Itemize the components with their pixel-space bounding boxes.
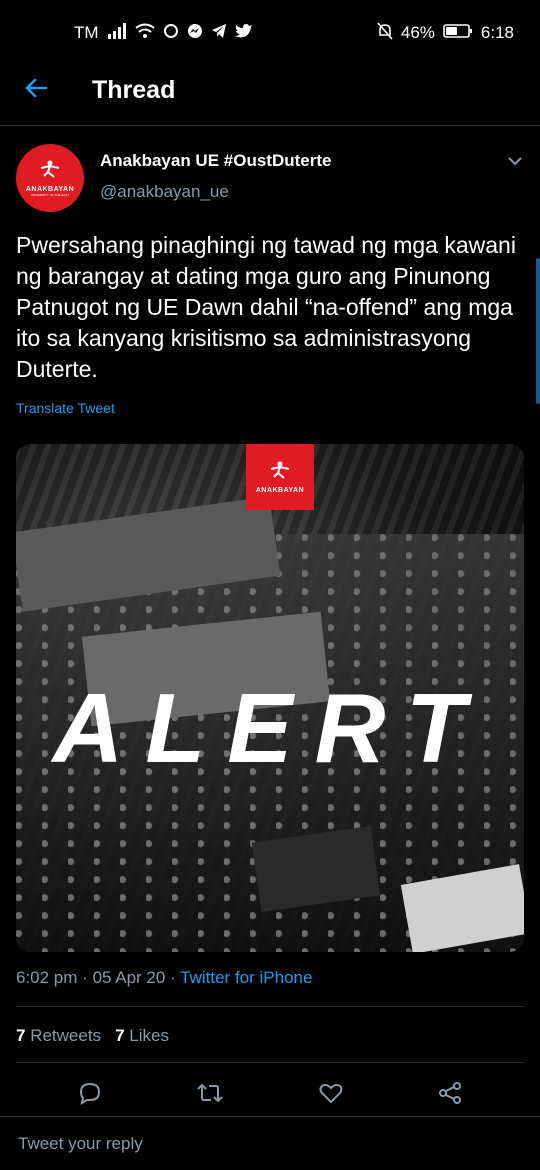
retweets-label: Retweets bbox=[30, 1026, 102, 1045]
app-header: Thread bbox=[0, 66, 540, 126]
alert-text: ALERT bbox=[52, 673, 488, 783]
twitter-bird-icon bbox=[234, 23, 253, 44]
tweet-stats: 7 Retweets 7 Likes bbox=[16, 1026, 169, 1046]
avatar-sub-text: UNIVERSITY OF THE EAST bbox=[30, 193, 70, 197]
circle-notification-icon bbox=[163, 23, 179, 44]
likes-label: Likes bbox=[129, 1026, 169, 1045]
author-handle[interactable]: @anakbayan_ue bbox=[100, 182, 229, 202]
chevron-down-icon bbox=[506, 154, 524, 171]
meta-separator: · bbox=[82, 968, 93, 987]
tweet-media-image[interactable]: ANAKBAYAN ALERT bbox=[16, 444, 524, 952]
reply-composer bbox=[0, 1116, 540, 1170]
tweet-text: Pwersahang pinaghingi ng tawad ng mga ka… bbox=[16, 232, 516, 382]
battery-icon bbox=[443, 23, 473, 44]
divider bbox=[16, 1006, 524, 1007]
telegram-icon bbox=[211, 23, 227, 44]
like-icon bbox=[318, 1083, 344, 1109]
status-left: TM bbox=[74, 22, 253, 44]
tweet-time: 6:02 pm bbox=[16, 968, 78, 987]
status-right: 46% 6:18 bbox=[377, 21, 514, 45]
like-button[interactable] bbox=[318, 1081, 344, 1110]
battery-percent: 46% bbox=[400, 23, 435, 42]
author-row: ANAKBAYAN UNIVERSITY OF THE EAST Anakbay… bbox=[0, 126, 540, 226]
avatar[interactable]: ANAKBAYAN UNIVERSITY OF THE EAST bbox=[16, 144, 84, 212]
scrollbar-thumb[interactable] bbox=[536, 258, 540, 404]
media-logo-text: ANAKBAYAN bbox=[255, 487, 305, 494]
likes-stat[interactable]: 7 Likes bbox=[115, 1026, 169, 1046]
share-button[interactable] bbox=[437, 1081, 463, 1110]
tweet-meta: 6:02 pm · 05 Apr 20 · Twitter for iPhone bbox=[16, 968, 312, 988]
page-title: Thread bbox=[92, 76, 176, 104]
translate-tweet-link[interactable]: Translate Tweet bbox=[16, 400, 115, 416]
tweet-menu-button[interactable] bbox=[506, 154, 524, 172]
retweet-icon bbox=[196, 1083, 224, 1109]
reply-input[interactable] bbox=[16, 1132, 500, 1155]
likes-count: 7 bbox=[115, 1026, 125, 1045]
messenger-icon bbox=[187, 23, 203, 44]
mute-bell-icon bbox=[377, 21, 393, 45]
avatar-brand-text: ANAKBAYAN bbox=[25, 186, 75, 193]
retweet-button[interactable] bbox=[196, 1081, 224, 1110]
back-arrow-icon bbox=[24, 77, 48, 104]
back-button[interactable] bbox=[0, 77, 72, 104]
signal-icon bbox=[107, 22, 127, 44]
share-icon bbox=[437, 1081, 463, 1109]
status-bar: TM 46% 6:18 bbox=[0, 0, 540, 66]
retweets-count: 7 bbox=[16, 1026, 26, 1045]
author-name[interactable]: Anakbayan UE #OustDuterte bbox=[100, 151, 331, 171]
figure-logo-icon bbox=[268, 460, 292, 485]
tweet-date: 05 Apr 20 bbox=[92, 968, 166, 987]
reply-icon bbox=[77, 1082, 103, 1109]
retweets-stat[interactable]: 7 Retweets bbox=[16, 1026, 101, 1046]
clock: 6:18 bbox=[480, 23, 514, 42]
media-brand-logo: ANAKBAYAN bbox=[246, 444, 314, 510]
wifi-icon bbox=[134, 23, 155, 44]
tweet-detail: ANAKBAYAN UNIVERSITY OF THE EAST Anakbay… bbox=[0, 126, 540, 1155]
figure-logo-icon bbox=[38, 159, 62, 184]
divider bbox=[16, 1062, 524, 1063]
reply-button[interactable] bbox=[77, 1081, 103, 1110]
tweet-actions bbox=[0, 1070, 540, 1120]
tweet-source-link[interactable]: Twitter for iPhone bbox=[180, 968, 312, 987]
meta-separator: · bbox=[170, 968, 181, 987]
carrier-label: TM bbox=[74, 23, 99, 42]
